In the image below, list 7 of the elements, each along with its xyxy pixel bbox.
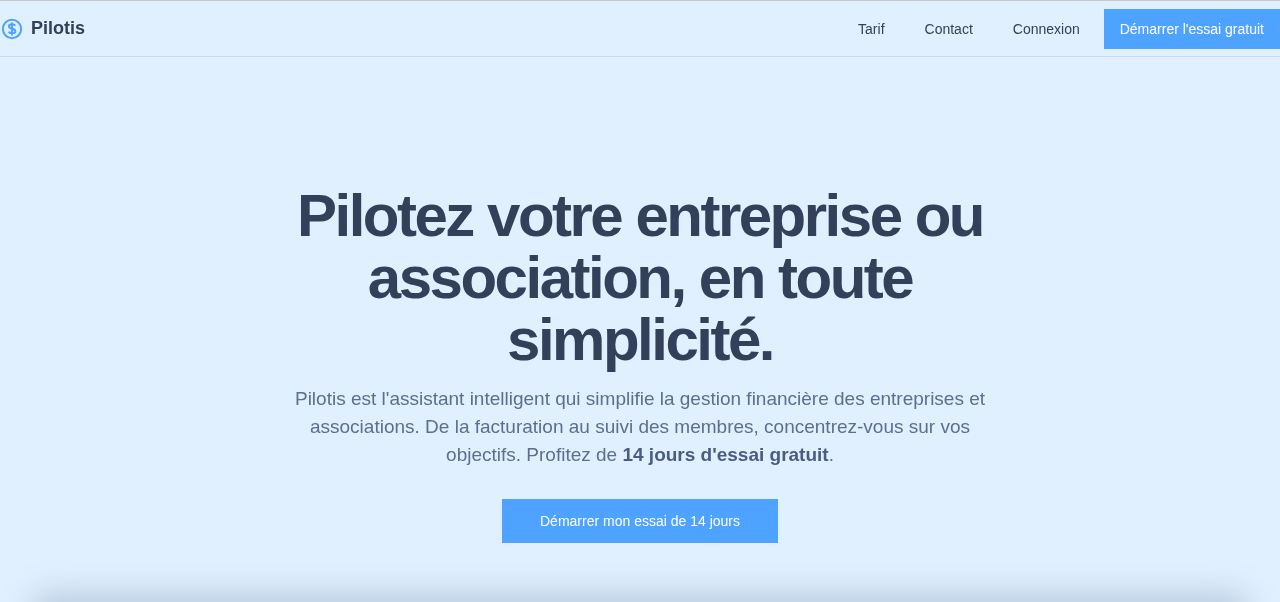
brand-name: Pilotis [31, 18, 85, 39]
dollar-circle-icon [1, 17, 23, 40]
hero-description: Pilotis est l'assistant intelligent qui simplifie la gestion financière des entreprises et associations. De la facturation au suivi des membres, concentrez-vous sur vos objectifs. Profitez de 14 jours d'essai gratuit. [293, 387, 987, 467]
nav-link[interactable]: Tarif [838, 20, 905, 37]
hero-title: Pilotez votre entreprise ou association, en toute simplicité. [296, 185, 984, 371]
nav-link[interactable]: Contact [904, 20, 993, 37]
nav-link[interactable]: Connexion [992, 20, 1100, 37]
